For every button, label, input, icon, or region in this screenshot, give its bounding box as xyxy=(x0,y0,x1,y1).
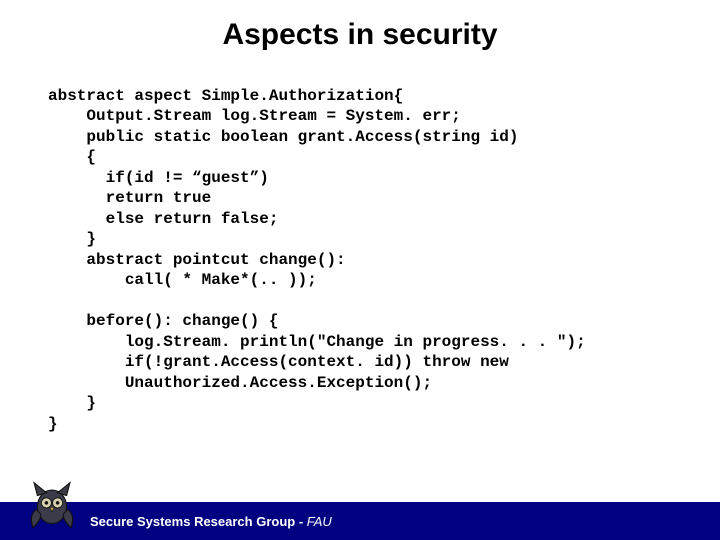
code-line: call( * Make*(.. )); xyxy=(48,271,317,289)
code-line: abstract pointcut change(): xyxy=(48,251,346,269)
code-line: log.Stream. println("Change in progress.… xyxy=(48,333,586,351)
code-line: } xyxy=(48,394,96,412)
code-line: if(!grant.Access(context. id)) throw new xyxy=(48,353,509,371)
code-line: if(id != “guest”) xyxy=(48,169,269,187)
code-line: } xyxy=(48,230,96,248)
code-line: { xyxy=(48,148,96,166)
footer-inner: Secure Systems Research Group - FAU xyxy=(0,502,720,540)
owl-logo-icon xyxy=(22,474,82,534)
code-line: public static boolean grant.Access(strin… xyxy=(48,128,518,146)
code-line: Output.Stream log.Stream = System. err; xyxy=(48,107,461,125)
footer-text: Secure Systems Research Group - FAU xyxy=(90,514,332,529)
slide: Aspects in security abstract aspect Simp… xyxy=(0,0,720,540)
footer-group: Secure Systems Research Group xyxy=(90,514,295,529)
code-line: Unauthorized.Access.Exception(); xyxy=(48,374,432,392)
code-line: return true xyxy=(48,189,211,207)
code-line: else return false; xyxy=(48,210,278,228)
slide-title: Aspects in security xyxy=(0,0,720,62)
code-line: } xyxy=(48,415,58,433)
code-block: abstract aspect Simple.Authorization{ Ou… xyxy=(0,62,720,434)
code-line: abstract aspect Simple.Authorization{ xyxy=(48,87,403,105)
footer-org: FAU xyxy=(307,514,332,529)
code-line: before(): change() { xyxy=(48,312,278,330)
footer-bar: Secure Systems Research Group - FAU xyxy=(0,502,720,540)
footer-sep: - xyxy=(295,514,307,529)
